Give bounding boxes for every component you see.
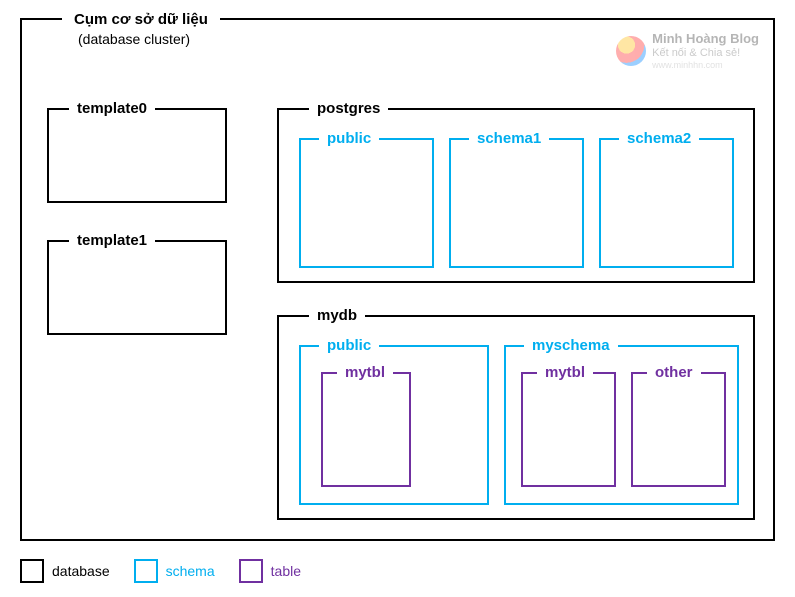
legend-swatch-database bbox=[20, 559, 44, 583]
cluster-subtitle: (database cluster) bbox=[74, 30, 208, 48]
schema-postgres-schema2: schema2 bbox=[599, 138, 734, 268]
legend-label-schema: schema bbox=[166, 563, 215, 579]
database-template1: template1 bbox=[47, 240, 227, 335]
table-mydb-myschema-mytbl: mytbl bbox=[521, 372, 616, 487]
database-postgres-label: postgres bbox=[309, 100, 388, 117]
schema-postgres-schema1-label: schema1 bbox=[469, 130, 549, 147]
legend-item-database: database bbox=[20, 559, 110, 583]
table-mydb-public-mytbl: mytbl bbox=[321, 372, 411, 487]
legend-swatch-schema bbox=[134, 559, 158, 583]
database-template0-label: template0 bbox=[69, 100, 155, 117]
watermark-text: Minh Hoàng Blog Kết nối & Chia sẻ! www.m… bbox=[652, 32, 759, 70]
table-mydb-myschema-mytbl-label: mytbl bbox=[537, 364, 593, 381]
database-postgres: postgres public schema1 schema2 bbox=[277, 108, 755, 283]
table-mydb-myschema-other-label: other bbox=[647, 364, 701, 381]
legend-label-table: table bbox=[271, 563, 301, 579]
legend-item-schema: schema bbox=[134, 559, 215, 583]
watermark-line3: www.minhhn.com bbox=[652, 60, 759, 70]
schema-mydb-public: public mytbl bbox=[299, 345, 489, 505]
legend-swatch-table bbox=[239, 559, 263, 583]
watermark-line2: Kết nối & Chia sẻ! bbox=[652, 47, 759, 60]
table-mydb-public-mytbl-label: mytbl bbox=[337, 364, 393, 381]
database-template0: template0 bbox=[47, 108, 227, 203]
database-mydb-label: mydb bbox=[309, 307, 365, 324]
watermark-line1: Minh Hoàng Blog bbox=[652, 32, 759, 47]
cluster-title: Cụm cơ sở dữ liệu bbox=[74, 10, 208, 30]
database-cluster-box: Cụm cơ sở dữ liệu (database cluster) Min… bbox=[20, 18, 775, 541]
schema-postgres-schema2-label: schema2 bbox=[619, 130, 699, 147]
watermark: Minh Hoàng Blog Kết nối & Chia sẻ! www.m… bbox=[616, 32, 759, 70]
legend-label-database: database bbox=[52, 563, 110, 579]
database-mydb: mydb public mytbl myschema mytbl other bbox=[277, 315, 755, 520]
watermark-logo-icon bbox=[616, 36, 646, 66]
schema-postgres-public: public bbox=[299, 138, 434, 268]
schema-mydb-myschema-label: myschema bbox=[524, 337, 618, 354]
legend: database schema table bbox=[20, 559, 301, 583]
database-template1-label: template1 bbox=[69, 232, 155, 249]
cluster-label-group: Cụm cơ sở dữ liệu (database cluster) bbox=[62, 10, 220, 48]
table-mydb-myschema-other: other bbox=[631, 372, 726, 487]
schema-postgres-schema1: schema1 bbox=[449, 138, 584, 268]
schema-postgres-public-label: public bbox=[319, 130, 379, 147]
legend-item-table: table bbox=[239, 559, 301, 583]
schema-mydb-myschema: myschema mytbl other bbox=[504, 345, 739, 505]
schema-mydb-public-label: public bbox=[319, 337, 379, 354]
